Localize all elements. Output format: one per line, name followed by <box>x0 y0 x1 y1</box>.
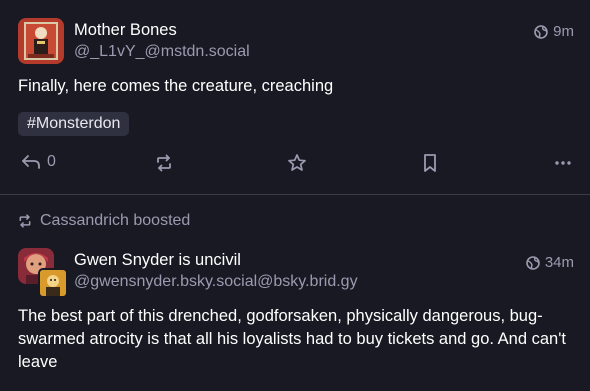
star-icon <box>288 154 306 171</box>
post-content: The best part of this drenched, godforsa… <box>18 307 566 371</box>
avatar-image <box>18 18 64 64</box>
globe-icon <box>534 24 548 39</box>
bookmark-icon <box>424 154 436 172</box>
booster-avatar-image <box>40 270 66 296</box>
author-name[interactable]: Mother Bones <box>74 21 177 40</box>
status-post[interactable]: Mother Bones @_L1vY_@mstdn.social 9m Fin… <box>0 0 590 194</box>
ellipsis-icon <box>555 161 571 165</box>
favourite-button[interactable] <box>287 153 307 173</box>
author-handle[interactable]: @gwensnyder.bsky.social@bsky.brid.gy <box>74 273 358 291</box>
post-time-label: 34m <box>544 254 574 271</box>
boosted-by[interactable]: Cassandrich boosted <box>18 212 190 230</box>
status-post[interactable]: Cassandrich boosted Gwen Snyder is unciv… <box>0 195 590 391</box>
post-time-label: 9m <box>553 23 574 40</box>
reply-icon <box>22 155 40 169</box>
post-time[interactable]: 34m <box>526 254 574 271</box>
post-content: Finally, here comes the creature, creach… <box>18 77 334 95</box>
author-handle[interactable]: @_L1vY_@mstdn.social <box>74 43 250 61</box>
boosted-by-label: Cassandrich boosted <box>40 212 191 229</box>
author-name[interactable]: Gwen Snyder is uncivil <box>74 251 241 270</box>
reply-count: 0 <box>47 153 56 170</box>
hashtag-link[interactable]: #Monsterdon <box>18 112 130 136</box>
post-time[interactable]: 9m <box>534 23 574 40</box>
boost-button[interactable] <box>155 154 173 172</box>
booster-avatar[interactable] <box>38 268 68 298</box>
boost-icon <box>157 154 171 172</box>
bookmark-button[interactable] <box>422 153 438 173</box>
reply-button[interactable]: 0 <box>21 153 56 171</box>
more-button[interactable] <box>554 155 572 171</box>
boost-icon <box>19 214 31 228</box>
avatar[interactable] <box>18 18 64 64</box>
globe-icon <box>526 255 540 270</box>
